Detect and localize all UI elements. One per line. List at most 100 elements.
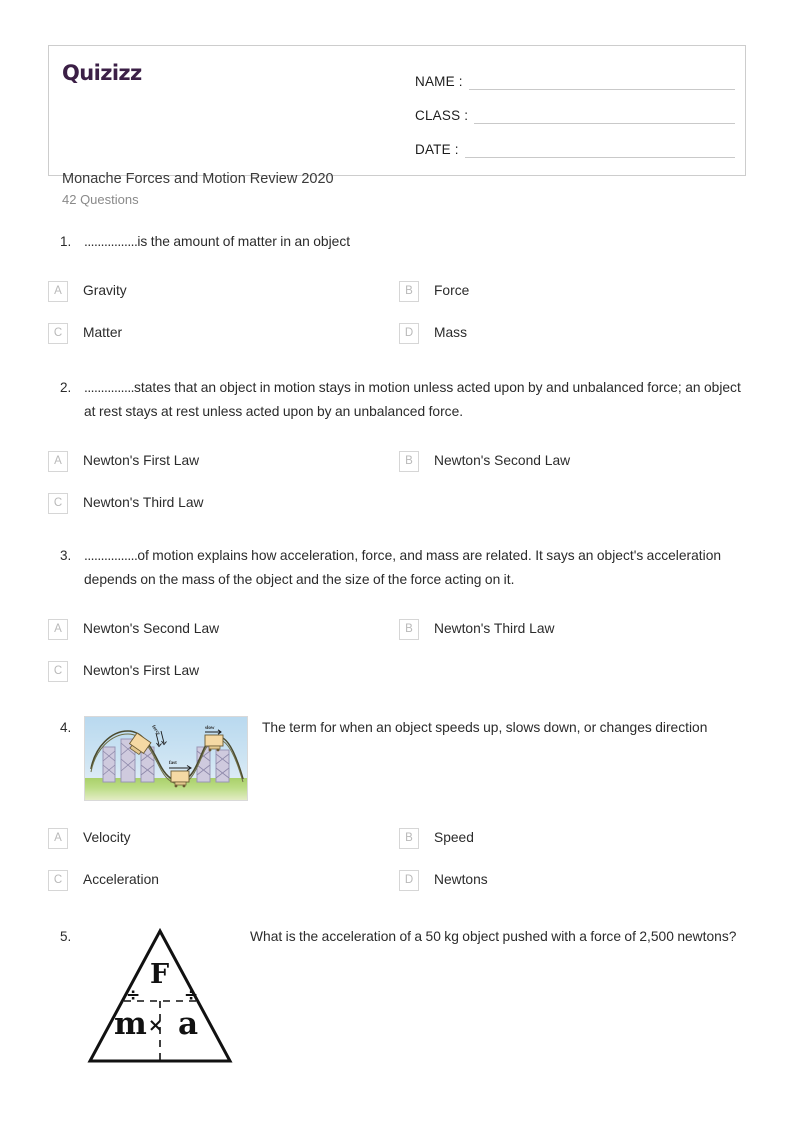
roller-coaster-illustration: fast slow force: [84, 716, 248, 801]
option-b[interactable]: B Speed: [397, 817, 746, 859]
triangle-divide-right-glyph: ÷: [184, 985, 199, 1005]
question-body: is the amount of matter in an object: [137, 234, 351, 249]
option-letter-box: B: [399, 450, 419, 472]
option-label: Gravity: [83, 282, 127, 298]
option-label: Acceleration: [83, 871, 159, 887]
question-text: ................of motion explains how a…: [84, 544, 746, 592]
label-slow: slow: [205, 726, 215, 731]
triangle-mass-glyph: m: [114, 1006, 147, 1042]
class-field-row: CLASS :: [415, 102, 735, 124]
option-c[interactable]: C Newton's First Law: [48, 650, 397, 692]
option-label: Matter: [83, 324, 123, 340]
option-label: Newton's Second Law: [434, 452, 571, 468]
option-label: Newtons: [434, 871, 488, 887]
option-a[interactable]: A Newton's Second Law: [48, 608, 397, 650]
option-letter-box: A: [48, 450, 68, 472]
option-d[interactable]: D Newtons: [397, 859, 746, 901]
question-body: states that an object in motion stays in…: [84, 380, 741, 419]
question-text: ................is the amount of matter …: [84, 230, 746, 254]
option-letter-box: B: [399, 827, 419, 849]
dotted-leader: ...............: [84, 380, 135, 395]
option-grid: A Newton's First Law B Newton's Second L…: [48, 440, 746, 524]
name-field-row: NAME :: [415, 68, 735, 90]
option-a[interactable]: A Velocity: [48, 817, 397, 859]
option-b[interactable]: B Force: [397, 270, 746, 312]
quiz-header-card: Quizizz Monache Forces and Motion Review…: [48, 45, 746, 208]
name-input-line[interactable]: [468, 73, 735, 90]
option-label: Newton's First Law: [83, 662, 200, 678]
question-number: 3.: [60, 548, 72, 563]
option-a[interactable]: A Newton's First Law: [48, 440, 397, 482]
question-number: 5.: [60, 929, 72, 944]
triangle-multiply-glyph: ×: [148, 1015, 164, 1036]
question-item: 1. ................is the amount of matt…: [0, 230, 794, 354]
quizizz-logo: Quizizz: [62, 61, 142, 85]
question-body: What is the acceleration of a 50 kg obje…: [250, 929, 737, 944]
option-letter-box: A: [48, 280, 68, 302]
option-label: Speed: [434, 829, 474, 845]
option-grid: A Gravity B Force C Matter D Mass: [48, 270, 746, 354]
name-label: NAME :: [415, 73, 463, 89]
date-label: DATE :: [415, 141, 459, 157]
question-header: 2. ...............states that an object …: [48, 376, 746, 424]
option-letter-box: B: [399, 618, 419, 640]
option-label: Newton's Third Law: [83, 494, 204, 510]
option-letter-box: A: [48, 618, 68, 640]
dotted-leader: ................: [84, 548, 138, 563]
header-left-column: Quizizz Monache Forces and Motion Review…: [62, 46, 414, 208]
option-letter-box: C: [48, 322, 68, 344]
question-body: The term for when an object speeds up, s…: [262, 720, 708, 735]
option-label: Mass: [434, 324, 467, 340]
option-letter-box: C: [48, 869, 68, 891]
option-label: Newton's First Law: [83, 452, 200, 468]
question-text: The term for when an object speeds up, s…: [262, 716, 746, 740]
option-c[interactable]: C Newton's Third Law: [48, 482, 397, 524]
option-grid: A Velocity B Speed C Acceleration D Newt…: [48, 817, 746, 901]
option-letter-box: D: [399, 869, 419, 891]
date-input-line[interactable]: [464, 141, 735, 158]
triangle-divide-left-glyph: ÷: [126, 985, 141, 1005]
class-input-line[interactable]: [474, 107, 735, 124]
triangle-acceleration-glyph: a: [178, 1006, 199, 1042]
coaster-track-svg: [90, 729, 244, 788]
option-letter-box: A: [48, 827, 68, 849]
question-item: 3. ................of motion explains ho…: [0, 544, 794, 692]
option-label: Newton's Second Law: [83, 620, 220, 636]
question-number: 2.: [60, 380, 72, 395]
question-count: 42 Questions: [62, 192, 139, 207]
question-image: F ÷ ÷ m × a: [84, 925, 236, 1067]
option-d[interactable]: D Mass: [397, 312, 746, 354]
question-list: 1. ................is the amount of matt…: [0, 230, 794, 1073]
option-label: Force: [434, 282, 470, 298]
dotted-leader: ................: [84, 234, 138, 249]
option-letter-box: C: [48, 660, 68, 682]
option-b[interactable]: B Newton's Second Law: [397, 440, 746, 482]
page-title: Monache Forces and Motion Review 2020: [62, 171, 334, 187]
question-header: 5. F ÷ ÷ m × a What is the acceleration: [48, 925, 746, 1067]
question-number: 1.: [60, 234, 72, 249]
option-letter-box: B: [399, 280, 419, 302]
force-mass-acceleration-triangle: F ÷ ÷ m × a: [84, 925, 236, 1067]
option-b[interactable]: B Newton's Third Law: [397, 608, 746, 650]
option-c[interactable]: C Matter: [48, 312, 397, 354]
class-label: CLASS :: [415, 107, 469, 123]
question-image: fast slow force: [84, 716, 248, 801]
option-letter-box: C: [48, 492, 68, 514]
question-body: of motion explains how acceleration, for…: [84, 548, 722, 587]
option-c[interactable]: C Acceleration: [48, 859, 397, 901]
header-fields: NAME : CLASS : DATE :: [415, 46, 745, 175]
question-item: 4. fast slow force The term for when an …: [0, 716, 794, 901]
question-text: What is the acceleration of a 50 kg obje…: [250, 925, 746, 949]
label-fast: fast: [169, 761, 177, 766]
triangle-force-glyph: F: [150, 959, 170, 990]
option-grid: A Newton's Second Law B Newton's Third L…: [48, 608, 746, 692]
option-label: Newton's Third Law: [434, 620, 555, 636]
question-number: 4.: [60, 720, 72, 735]
question-item: 5. F ÷ ÷ m × a What is the acceleration: [0, 925, 794, 1067]
question-header: 3. ................of motion explains ho…: [48, 544, 746, 592]
option-letter-box: D: [399, 322, 419, 344]
question-item: 2. ...............states that an object …: [0, 376, 794, 524]
question-header: 1. ................is the amount of matt…: [48, 230, 746, 254]
triangle-svg: [87, 927, 233, 1063]
option-a[interactable]: A Gravity: [48, 270, 397, 312]
